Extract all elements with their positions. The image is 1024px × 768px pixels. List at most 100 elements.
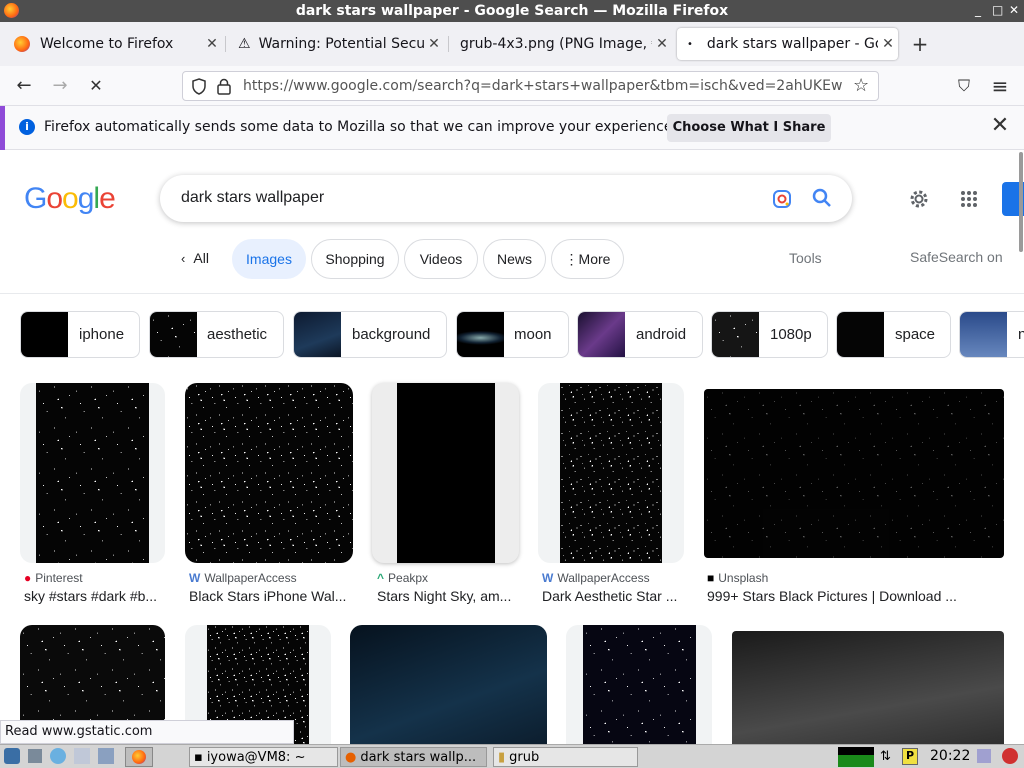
choose-what-i-share-button[interactable]: Choose What I Share xyxy=(667,114,831,142)
chip-label: 1080p xyxy=(770,326,812,343)
tools-button[interactable]: Tools xyxy=(789,250,822,266)
result-image-5[interactable] xyxy=(704,389,1004,558)
settings-gear-icon[interactable] xyxy=(908,188,930,210)
notification-tray-icon[interactable] xyxy=(977,749,991,763)
close-window-button[interactable]: ✕ xyxy=(1009,3,1019,17)
chip-label: aesthetic xyxy=(207,326,268,343)
tab-close-button[interactable]: ✕ xyxy=(202,36,222,52)
desktop-icon[interactable] xyxy=(28,749,42,763)
chip-label: background xyxy=(352,326,431,343)
result-thumbnail xyxy=(397,383,495,563)
result-caption-3[interactable]: Stars Night Sky, am... xyxy=(377,588,522,604)
tab-label: News xyxy=(496,251,532,267)
source-label: Unsplash xyxy=(718,571,769,585)
forward-button[interactable]: → xyxy=(47,74,73,98)
chip-space[interactable]: space xyxy=(836,311,951,358)
browser-launch-icon[interactable] xyxy=(50,748,66,764)
result-image-3[interactable] xyxy=(372,383,519,563)
start-menu-icon[interactable] xyxy=(4,748,20,764)
tab-videos[interactable]: Videos xyxy=(404,239,478,279)
cpu-monitor-graph xyxy=(838,747,874,767)
result-source-3[interactable]: ^ Peakpx xyxy=(377,571,428,585)
back-button[interactable]: ← xyxy=(11,74,37,98)
result-image-8[interactable] xyxy=(350,625,547,744)
result-caption-4[interactable]: Dark Aesthetic Star ... xyxy=(542,588,684,604)
tab-label: Videos xyxy=(419,251,463,267)
tab-all[interactable]: ‹ All xyxy=(168,239,222,279)
tab-label: dark stars wallpaper - Go xyxy=(706,36,878,52)
chip-aesthetic[interactable]: aesthetic xyxy=(149,311,284,358)
menu-button[interactable]: ≡ xyxy=(987,74,1013,98)
stop-button[interactable]: ✕ xyxy=(83,74,109,98)
pocket-icon[interactable]: ⛉ xyxy=(951,74,977,98)
tab-dark-stars[interactable]: • dark stars wallpaper - Go ✕ xyxy=(677,28,898,60)
bookmark-star-icon[interactable]: ☆ xyxy=(853,75,869,96)
notification-close-button[interactable]: ✕ xyxy=(990,115,1010,137)
peakpx-icon: ^ xyxy=(377,571,385,585)
chip-moon[interactable]: moon xyxy=(456,311,569,358)
taskbar-grub[interactable]: ▮ grub xyxy=(493,747,638,767)
result-image-2[interactable] xyxy=(185,383,353,563)
taskbar-firefox[interactable]: ● dark stars wallp... xyxy=(340,747,487,767)
result-image-10[interactable] xyxy=(732,631,1004,744)
network-icon[interactable]: ⇅ xyxy=(880,749,891,764)
tab-more[interactable]: ⋮More xyxy=(551,239,624,279)
result-image-9[interactable] xyxy=(566,625,712,744)
power-plugin-icon[interactable]: P xyxy=(902,748,918,765)
shutdown-icon[interactable] xyxy=(1002,748,1018,764)
maximize-button[interactable]: □ xyxy=(992,3,1003,17)
tab-warning[interactable]: ⚠ Warning: Potential Securi ✕ xyxy=(228,28,444,60)
source-label: WallpaperAccess xyxy=(204,571,297,585)
search-input[interactable]: dark stars wallpaper xyxy=(181,189,324,207)
workspace-icon[interactable] xyxy=(74,748,90,764)
new-tab-button[interactable]: + xyxy=(908,32,932,56)
tab-close-button[interactable]: ✕ xyxy=(878,36,898,52)
tab-strip: Welcome to Firefox ✕ ⚠ Warning: Potentia… xyxy=(0,22,1024,66)
result-caption-2[interactable]: Black Stars iPhone Wal... xyxy=(189,588,353,604)
search-icon[interactable] xyxy=(812,188,832,208)
wallpaperaccess-icon: W xyxy=(189,571,201,585)
result-caption-5[interactable]: 999+ Stars Black Pictures | Download ... xyxy=(707,588,1004,604)
google-lens-icon[interactable] xyxy=(772,189,792,209)
result-source-2[interactable]: W WallpaperAccess xyxy=(189,571,297,585)
taskbar-terminal[interactable]: ▪ iyowa@VM8: ~ xyxy=(189,747,338,767)
url-bar[interactable]: https://www.google.com/search?q=dark+sta… xyxy=(182,71,879,101)
tab-shopping[interactable]: Shopping xyxy=(311,239,399,279)
firefox-launch-icon[interactable] xyxy=(125,747,153,767)
tab-welcome[interactable]: Welcome to Firefox ✕ xyxy=(4,28,222,60)
chip-label: iphone xyxy=(79,326,125,343)
chip-thumbnail xyxy=(578,312,625,357)
tab-images[interactable]: Images xyxy=(232,239,306,279)
minimize-button[interactable]: _ xyxy=(975,3,981,17)
shield-icon xyxy=(192,78,206,95)
chevron-left-icon: ‹ xyxy=(181,251,186,266)
result-source-4[interactable]: W WallpaperAccess xyxy=(542,571,650,585)
file-manager-icon[interactable] xyxy=(98,748,114,764)
tab-close-button[interactable]: ✕ xyxy=(424,36,444,52)
tab-grub-image[interactable]: grub-4x3.png (PNG Image, € ✕ xyxy=(450,28,672,60)
result-source-5[interactable]: ■ Unsplash xyxy=(707,571,768,585)
safesearch-toggle[interactable]: SafeSearch on xyxy=(910,249,1003,265)
chip-thumbnail xyxy=(960,312,1007,357)
tab-close-button[interactable]: ✕ xyxy=(652,36,672,52)
search-box[interactable]: dark stars wallpaper xyxy=(160,175,852,222)
chip-1080p[interactable]: 1080p xyxy=(711,311,828,358)
chip-android[interactable]: android xyxy=(577,311,703,358)
result-caption-1[interactable]: sky #stars #dark #b... xyxy=(24,588,165,604)
google-logo[interactable]: Google xyxy=(24,182,116,216)
chip-background[interactable]: background xyxy=(293,311,447,358)
result-image-1[interactable] xyxy=(20,383,165,563)
wallpaperaccess-icon: W xyxy=(542,571,554,585)
apps-grid-icon[interactable] xyxy=(960,190,978,208)
url-text: https://www.google.com/search?q=dark+sta… xyxy=(243,78,843,94)
chip-thumbnail xyxy=(150,312,197,357)
tab-news[interactable]: News xyxy=(483,239,546,279)
chip-label: moon xyxy=(514,326,552,343)
chip-iphone[interactable]: iphone xyxy=(20,311,140,358)
result-image-4[interactable] xyxy=(538,383,684,563)
folder-icon: ▮ xyxy=(498,750,506,765)
chip-more[interactable]: n xyxy=(959,311,1024,358)
result-source-1[interactable]: ● Pinterest xyxy=(24,571,83,585)
firefox-icon xyxy=(14,36,30,52)
page-scrollbar[interactable] xyxy=(1019,152,1023,252)
